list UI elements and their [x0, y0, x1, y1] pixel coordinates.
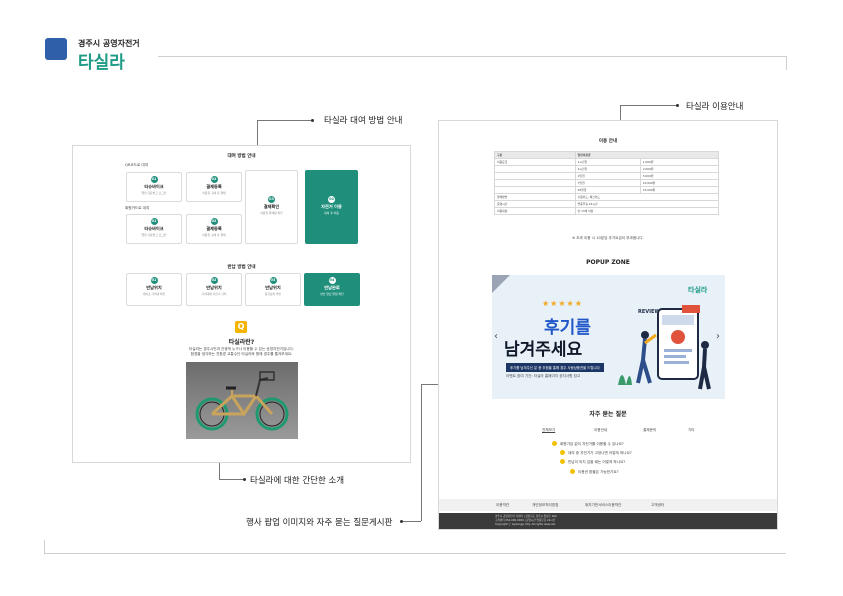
- site-footer: 경주시 공영자전거 타실라 | 경상북도 경주시 양정로 260 고객센터 05…: [439, 513, 777, 529]
- event-popup-banner[interactable]: ★★★★★ 후기를 남겨주세요 후기를 남겨주신 분 중 추첨을 통해 경주 사…: [492, 275, 725, 399]
- callout-line: [620, 105, 676, 106]
- callout-line: [219, 479, 243, 480]
- table-cell: [494, 165, 576, 173]
- usage-section-title: 이용 안내: [598, 139, 618, 144]
- faq-item[interactable]: 이용권 환불은 가능한가요?: [578, 470, 619, 474]
- intro-text-line2: 환경을 생각하는 친환경 교통수단 타실라와 함께 경주를 즐겨보세요.: [190, 352, 293, 356]
- table-cell: 1일권: [574, 172, 641, 180]
- table-cell: 15,000원: [639, 186, 720, 194]
- popup-zone-title: POPUP ZONE: [586, 259, 630, 266]
- rental-guide-panel: 대여 방법 안내 QR코드로 대여 01 타슈바이크 앱을 다운받고 로그인 0…: [72, 145, 411, 463]
- callout-line: [421, 384, 422, 521]
- table-cell: 1시간권: [574, 158, 641, 166]
- table-cell: 10,000원: [639, 179, 720, 187]
- popup-headline-2: 남겨주세요: [504, 340, 583, 360]
- review-label: REVIEW: [638, 309, 660, 315]
- table-header-cell: 구분: [494, 151, 576, 159]
- top-divider: [158, 56, 786, 57]
- footer-link-privacy[interactable]: 개인정보처리방침: [532, 503, 558, 507]
- bicycle-icon: [186, 362, 298, 439]
- table-cell: [494, 179, 576, 187]
- popup-event-period: 이벤트 참여 기간: 타실라 홈페이지 공지사항 참고: [506, 374, 581, 378]
- callout-rental-method: 타실라 대여 방법 안내: [324, 116, 403, 126]
- table-header-cell: 일반이용권: [574, 151, 720, 159]
- footer-info-line: Copyright ⓒ Gyeongju City. All rights re…: [495, 523, 557, 526]
- callout-dot: [676, 104, 679, 107]
- rental-step-card[interactable]: 03 결제확인 이용권 결제를 확인: [245, 170, 298, 244]
- callout-usage-guide: 타실라 이용안내: [686, 102, 744, 112]
- rental-step-card[interactable]: 02 결제등록 이용권 구매 후 결제: [186, 172, 242, 202]
- callout-dot: [243, 478, 246, 481]
- brand-logo: 타실라: [78, 53, 125, 73]
- table-cell: 결제방법: [494, 193, 576, 201]
- faq-bullet-icon: [560, 450, 565, 455]
- callout-dot: [311, 119, 314, 122]
- city-emblem-icon: [45, 38, 67, 60]
- group-qr-label: QR코드로 대여: [125, 163, 148, 167]
- table-cell: 연중무휴 24시간: [574, 200, 720, 208]
- bike-photo: [186, 362, 298, 439]
- rental-step-card[interactable]: 02 결제등록 이용권 구매 후 결제: [186, 214, 242, 244]
- callout-popup-faq: 행사 팝업 이미지와 자주 묻는 질문게시판: [246, 518, 393, 528]
- table-cell: 5,000원: [639, 172, 720, 180]
- q-badge-icon: Q: [235, 321, 247, 333]
- faq-item[interactable]: 대여 중 자전거가 고장나면 어떻게 하나요?: [568, 451, 632, 455]
- callout-line: [257, 120, 311, 121]
- table-cell: 2시간권: [574, 165, 641, 173]
- popup-brand-logo: 타실라: [688, 286, 708, 294]
- table-cell: 이용요금: [494, 158, 576, 166]
- faq-tab-payment[interactable]: 결제문의: [643, 428, 656, 432]
- rental-step-card-highlight[interactable]: 04 자전거 이용 대여 후 이용: [305, 170, 358, 244]
- footer-links-bar: 이용약관 개인정보처리방침 위치기반서비스이용약관 고객센터: [439, 499, 777, 511]
- table-cell: 2,000원: [639, 165, 720, 173]
- rating-stars: ★★★★★: [542, 299, 583, 308]
- faq-item[interactable]: 반납이 되지 않을 때는 어떻게 하나요?: [568, 460, 625, 464]
- rental-step-card[interactable]: 01 타슈바이크 앱을 다운받고 로그인: [126, 172, 182, 202]
- footer-link-location[interactable]: 위치기반서비스이용약관: [585, 503, 621, 507]
- footer-link-support[interactable]: 고객센터: [651, 503, 664, 507]
- page-curl-decoration: [492, 275, 510, 293]
- footer-link-terms[interactable]: 이용약관: [496, 503, 509, 507]
- table-cell: 운영시간: [494, 200, 576, 208]
- table-cell: 30일권: [574, 186, 641, 194]
- faq-item[interactable]: 회원가입 없이 자전거를 이용할 수 있나요?: [560, 442, 624, 446]
- callout-intro: 타실라에 대한 간단한 소개: [250, 476, 345, 486]
- top-divider-tick: [786, 56, 787, 70]
- intro-text-line1: 타실라는 경주시민과 관광객 누구나 이용할 수 있는 공영자전거입니다.: [188, 347, 295, 351]
- faq-bullet-icon: [560, 459, 565, 464]
- prev-arrow-icon[interactable]: ‹: [494, 331, 498, 342]
- faq-bullet-icon: [570, 469, 575, 474]
- return-section-title: 반납 방법 안내: [227, 265, 256, 270]
- group-card-label: 회원카드로 대여: [125, 206, 150, 210]
- table-cell: 7일권: [574, 179, 641, 187]
- faq-tab-usage[interactable]: 이용안내: [594, 428, 607, 432]
- intro-title: 타실라란?: [228, 339, 255, 346]
- faq-tab-all[interactable]: 전체보기: [542, 428, 555, 432]
- rental-step-card[interactable]: 01 타슈바이크 앱을 다운받고 로그인: [126, 214, 182, 244]
- callout-line: [403, 521, 421, 522]
- faq-title: 자주 묻는 질문: [589, 411, 627, 418]
- usage-guide-panel: 이용 안내 구분 일반이용권 이용요금 1시간권 1,000원 2시간권 2,000원…: [438, 120, 778, 530]
- table-cell: [494, 186, 576, 194]
- return-step-card[interactable]: 02 반납위치 거치대에 자전거 거치: [186, 273, 242, 306]
- faq-bullet-icon: [552, 441, 557, 446]
- return-step-card[interactable]: 01 반납위치 대여소 거치대 확인: [126, 273, 182, 306]
- popup-event-badge: 후기를 남겨주신 분 중 추첨을 통해 경주 사랑상품권을 드립니다: [506, 363, 604, 372]
- table-cell: 1,000원: [639, 158, 720, 166]
- table-cell: 이용대상: [494, 207, 576, 215]
- review-phone-illustration: [618, 305, 711, 390]
- table-note: ※ 초과 이용 시 10분당 추가요금이 부과됩니다.: [572, 236, 644, 240]
- rental-section-title: 대여 방법 안내: [227, 154, 256, 159]
- bottom-divider: [44, 553, 786, 554]
- usage-fee-table: 구분 일반이용권 이용요금 1시간권 1,000원 2시간권 2,000원 1일권 5,…: [494, 151, 720, 215]
- return-step-card[interactable]: 03 반납위치 잠금장치 확인: [245, 273, 301, 306]
- table-cell: [494, 172, 576, 180]
- table-cell: 만 13세 이상: [574, 207, 720, 215]
- table-cell: 신용카드, 체크카드: [574, 193, 720, 201]
- bottom-divider-tick: [44, 540, 45, 554]
- return-step-card-highlight[interactable]: 04 반납완료 반납 완료 알림 확인: [304, 273, 360, 306]
- next-arrow-icon[interactable]: ›: [716, 331, 720, 342]
- faq-tab-etc[interactable]: 기타: [688, 428, 695, 432]
